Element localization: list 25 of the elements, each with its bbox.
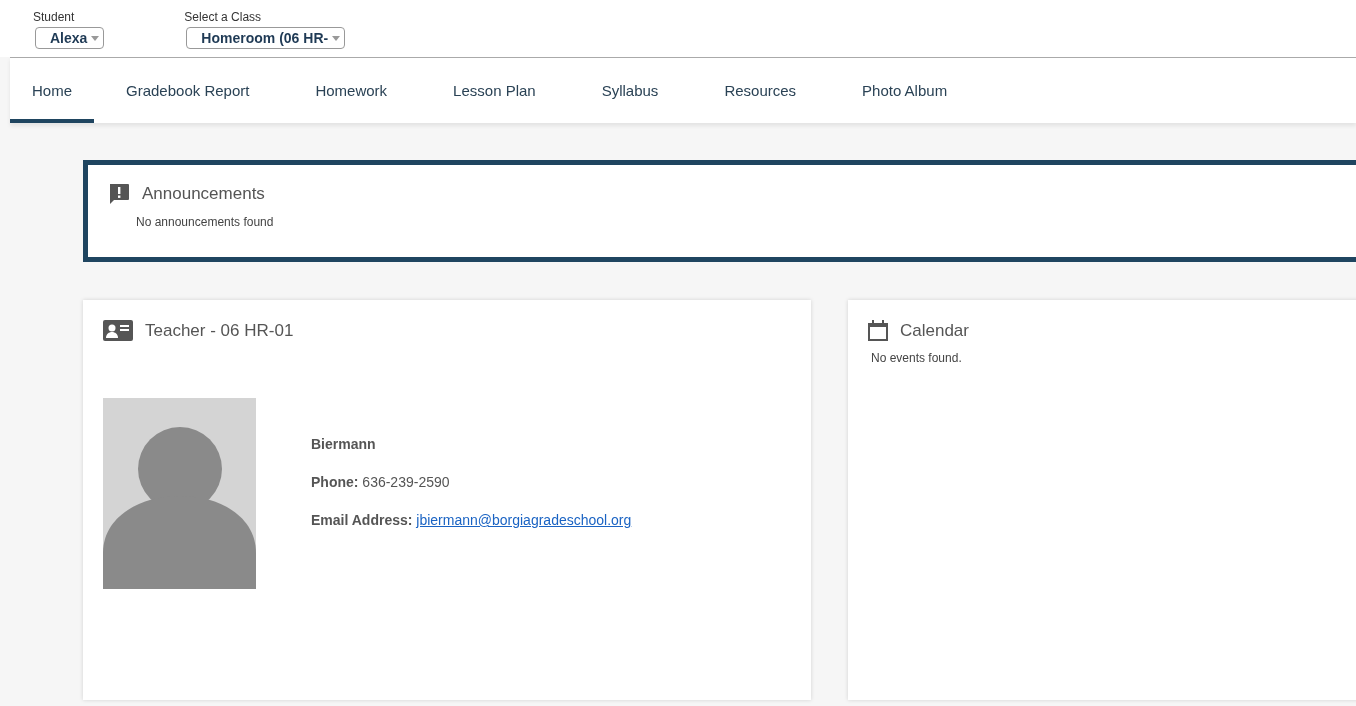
nav-tab[interactable]: Gradebook Report [104, 58, 272, 123]
nav-tab[interactable]: Syllabus [579, 58, 681, 123]
alert-message-icon [108, 183, 130, 205]
empty-message: No events found. [871, 351, 963, 365]
card-title: Teacher - 06 HR-01 [145, 320, 294, 341]
caret-icon [332, 35, 341, 41]
dropdown[interactable]: Homeroom (06 HR- [186, 27, 346, 49]
nav-tab[interactable]: Resources [702, 58, 819, 123]
email-link[interactable]: jbiermann@borgiagradeschool.org [416, 512, 632, 528]
phone-line: Phone: 636-239-2590 [311, 474, 451, 490]
selector-label: Student [33, 10, 76, 24]
dropdown[interactable]: Alexa [35, 27, 105, 49]
selector-label: Select a Class [184, 10, 263, 24]
nav-tab[interactable]: Lesson Plan [431, 58, 558, 123]
card-title: Calendar [900, 320, 969, 341]
panel-title: Announcements [142, 184, 265, 204]
caret-icon [91, 35, 100, 41]
contact-card-icon [103, 320, 133, 341]
empty-message: No announcements found [136, 215, 275, 229]
calendar-icon [868, 320, 888, 341]
nav-tab[interactable]: Photo Album [840, 58, 970, 123]
nav-tab[interactable]: Homework [293, 58, 410, 123]
email-line: Email Address: jbiermann@borgiagradeschool.org [311, 512, 632, 528]
nav-tab[interactable]: Home [10, 58, 94, 123]
teacher-name: Biermann [311, 436, 377, 452]
